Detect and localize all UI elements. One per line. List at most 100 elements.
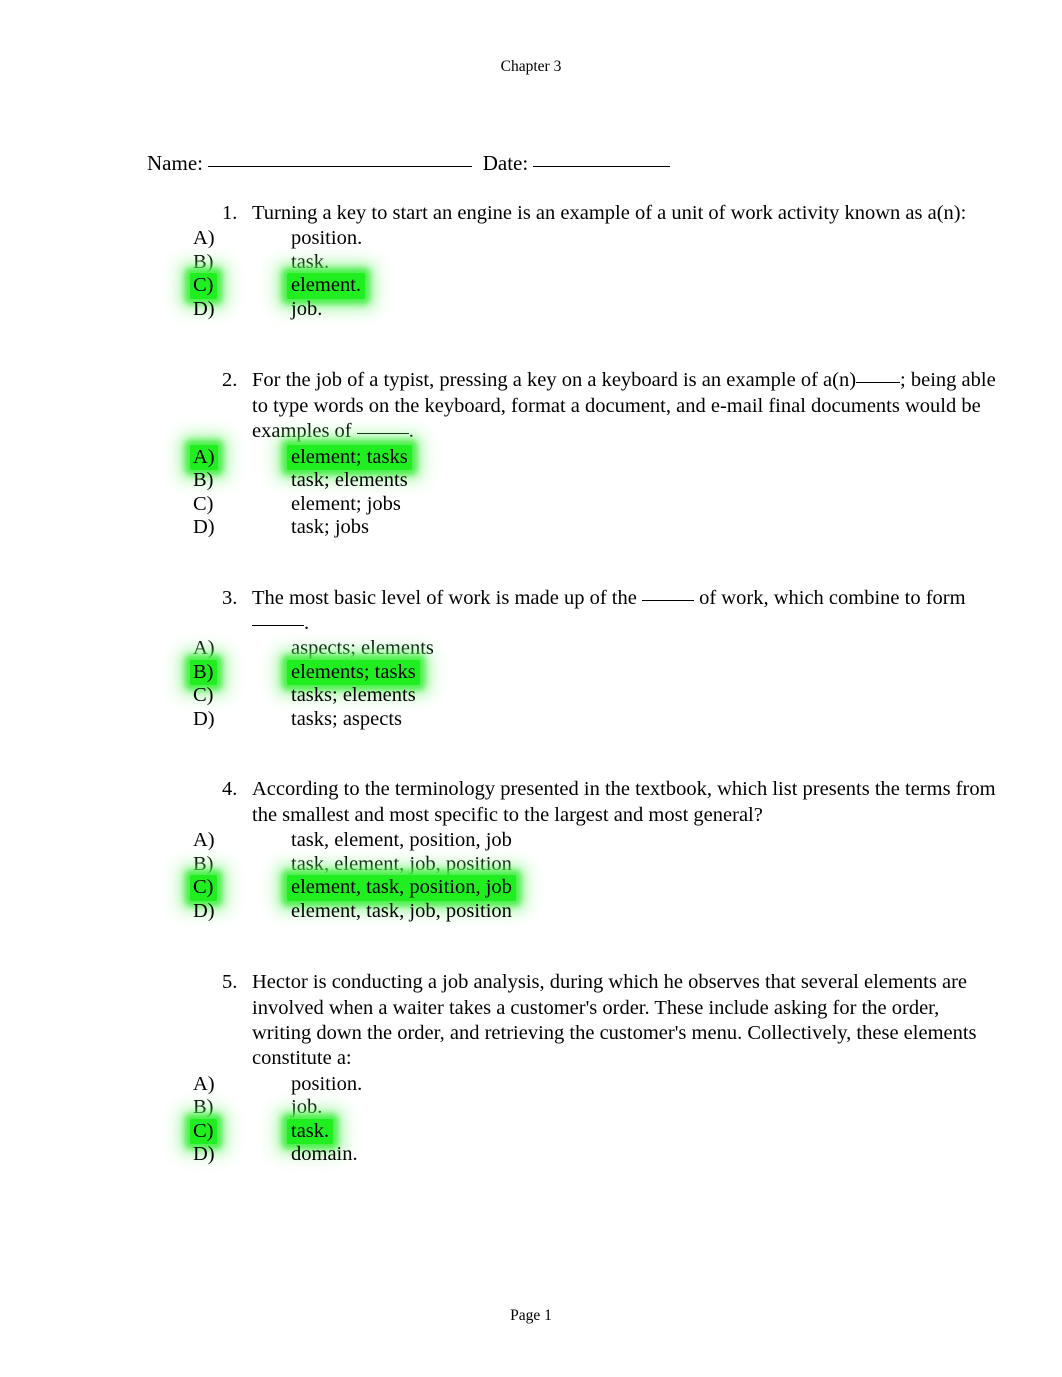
option-list: A) aspects; elements B) elements; tasks … xyxy=(0,636,1062,730)
option-text: tasks; aspects xyxy=(291,707,403,730)
option-text: element, task, position, job xyxy=(287,875,516,901)
option-row[interactable]: D) domain. xyxy=(0,1142,1062,1166)
option-letter: C) xyxy=(193,684,214,707)
question-stem-row: 5. Hector is conducting a job analysis, … xyxy=(0,970,1062,1072)
option-text: element; tasks xyxy=(287,444,412,471)
question-text-part1: For the job of a typist, pressing a key … xyxy=(252,369,857,392)
question-text-part2: of work, which combine to form xyxy=(693,586,966,609)
option-text: task; elements xyxy=(291,469,408,492)
question-text-part3: . xyxy=(304,612,310,635)
name-date-line: Name: Date: xyxy=(126,124,671,203)
question-text: According to the terminology presented i… xyxy=(252,778,996,826)
option-text: task, element, position, job xyxy=(291,829,512,852)
option-text: task. xyxy=(287,1118,334,1145)
question-block: 5. Hector is conducting a job analysis, … xyxy=(0,970,1062,1166)
option-letter: B) xyxy=(193,250,214,273)
option-row[interactable]: A) position. xyxy=(0,226,1062,250)
option-row-highlighted[interactable]: B) elements; tasks xyxy=(0,659,1062,686)
option-text: element. xyxy=(287,273,366,299)
option-letter: C) xyxy=(190,875,217,901)
question-block: 4. According to the terminology presente… xyxy=(0,777,1062,922)
question-text: Hector is conducting a job analysis, dur… xyxy=(252,971,977,1070)
option-letter: C) xyxy=(190,273,217,299)
option-letter: B) xyxy=(193,1096,214,1119)
option-letter: D) xyxy=(193,899,215,922)
page-footer: Page 1 xyxy=(0,1307,1062,1325)
option-text: element, task, job, position xyxy=(291,899,512,922)
option-text: tasks; elements xyxy=(291,684,416,707)
date-label: Date: xyxy=(482,151,529,176)
question-text-part3: . xyxy=(408,420,414,443)
option-row[interactable]: B) task, element, job, position xyxy=(0,852,1062,876)
option-letter: D) xyxy=(193,1143,215,1166)
option-list: A) element; tasks B) task; elements C) e… xyxy=(0,444,1062,539)
question-block: 3. The most basic level of work is made … xyxy=(0,586,1062,731)
question-number: 2. xyxy=(222,369,238,392)
question-number: 3. xyxy=(222,586,238,609)
option-row[interactable]: C) tasks; elements xyxy=(0,683,1062,707)
option-row[interactable]: D) job. xyxy=(0,297,1062,321)
question-number: 1. xyxy=(222,202,238,224)
name-blank-rule[interactable] xyxy=(208,166,473,168)
option-letter: A) xyxy=(193,227,215,250)
option-text: job. xyxy=(291,1096,323,1119)
question-text: For the job of a typist, pressing a key … xyxy=(252,368,1000,444)
option-row[interactable]: B) job. xyxy=(0,1095,1062,1119)
option-list: A) position. B) job. C) task. D) domain. xyxy=(0,1072,1062,1166)
question-number: 4. xyxy=(222,778,238,801)
question-text-part1: The most basic level of work is made up … xyxy=(252,586,642,609)
option-letter: B) xyxy=(193,852,214,875)
page-header: Chapter 3 xyxy=(0,58,1062,77)
option-list: A) task, element, position, job B) task,… xyxy=(0,828,1062,922)
option-letter: A) xyxy=(193,1072,215,1095)
option-text: task, element, job, position xyxy=(291,852,512,875)
option-letter: A) xyxy=(193,829,215,852)
name-label: Name: xyxy=(147,151,203,176)
footer-page-number: Page 1 xyxy=(510,1307,552,1324)
inline-blank xyxy=(856,382,901,384)
question-stem-row: 2. For the job of a typist, pressing a k… xyxy=(0,368,1062,444)
question-block: 1. Turning a key to start an engine is a… xyxy=(0,201,1062,320)
option-text: position. xyxy=(291,1072,363,1095)
option-text: task; jobs xyxy=(291,516,370,539)
option-text: task. xyxy=(291,250,330,273)
option-letter: B) xyxy=(193,469,214,492)
option-text: domain. xyxy=(291,1143,358,1166)
option-row[interactable]: B) task; elements xyxy=(0,468,1062,492)
option-letter: B) xyxy=(190,659,217,686)
option-letter: A) xyxy=(193,637,215,660)
question-stem-row: 3. The most basic level of work is made … xyxy=(0,586,1062,637)
option-row[interactable]: B) task. xyxy=(0,250,1062,274)
header-title: Chapter 3 xyxy=(500,58,562,75)
inline-blank xyxy=(641,599,694,601)
option-letter: D) xyxy=(193,516,215,539)
option-letter: D) xyxy=(193,707,215,730)
option-text: element; jobs xyxy=(291,492,401,515)
option-row[interactable]: D) task; jobs xyxy=(0,515,1062,539)
question-text: Turning a key to start an engine is an e… xyxy=(252,202,967,224)
option-letter: C) xyxy=(193,492,214,515)
option-letter: D) xyxy=(193,297,215,320)
option-row-highlighted[interactable]: A) element; tasks xyxy=(0,444,1062,471)
option-text: position. xyxy=(291,227,363,250)
option-row[interactable]: A) position. xyxy=(0,1072,1062,1096)
option-row-highlighted[interactable]: C) element, task, position, job xyxy=(0,875,1062,901)
question-stem-row: 4. According to the terminology presente… xyxy=(0,777,1062,828)
option-text: job. xyxy=(291,297,323,320)
option-letter: C) xyxy=(190,1118,217,1145)
inline-blank xyxy=(356,433,409,435)
question-list: 1. Turning a key to start an engine is a… xyxy=(0,201,1062,1207)
date-blank-rule[interactable] xyxy=(533,166,671,168)
option-text: elements; tasks xyxy=(287,659,420,686)
question-block: 2. For the job of a typist, pressing a k… xyxy=(0,368,1062,538)
inline-blank xyxy=(252,625,304,627)
option-row-highlighted[interactable]: C) task. xyxy=(0,1118,1062,1145)
option-row[interactable]: D) tasks; aspects xyxy=(0,707,1062,731)
option-letter: A) xyxy=(190,444,218,471)
option-row[interactable]: C) element; jobs xyxy=(0,492,1062,516)
question-text: The most basic level of work is made up … xyxy=(252,586,1000,637)
option-row-highlighted[interactable]: C) element. xyxy=(0,273,1062,299)
option-row[interactable]: A) aspects; elements xyxy=(0,636,1062,660)
option-row[interactable]: D) element, task, job, position xyxy=(0,899,1062,923)
option-row[interactable]: A) task, element, position, job xyxy=(0,828,1062,852)
